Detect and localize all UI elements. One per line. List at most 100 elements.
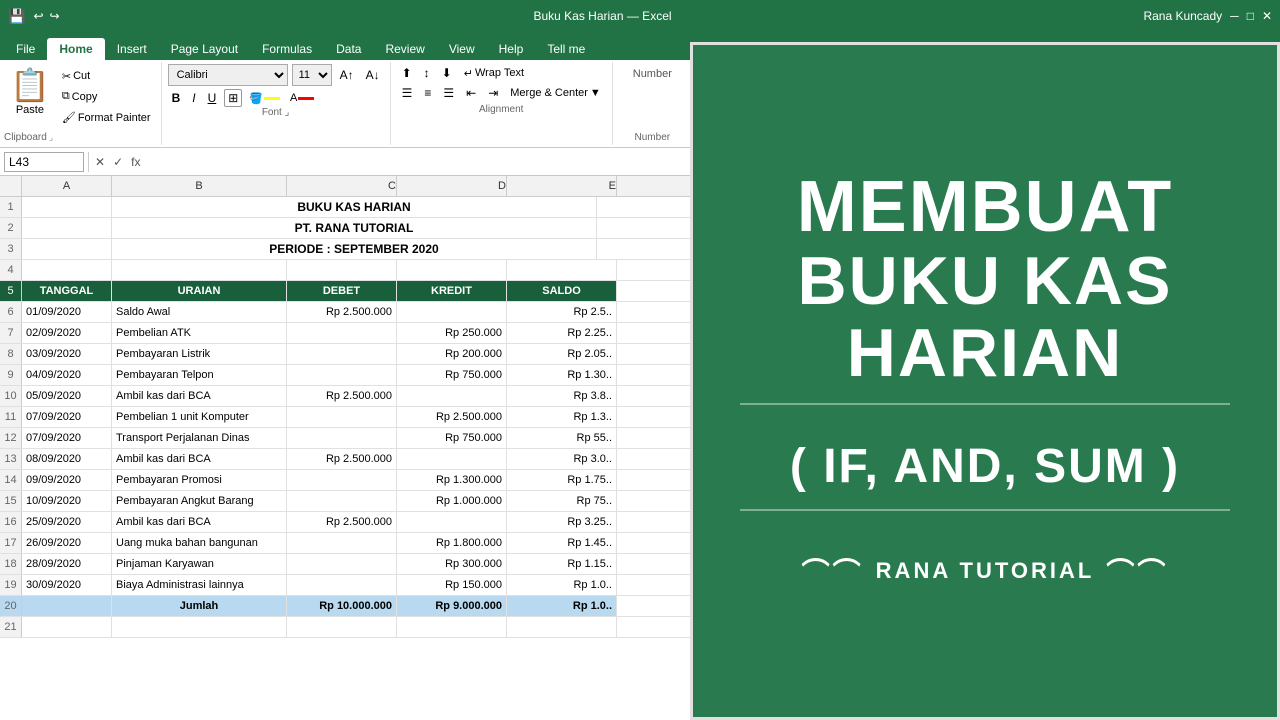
decrease-indent-button[interactable]: ⇤	[461, 84, 481, 102]
tab-file[interactable]: File	[4, 38, 47, 60]
cell[interactable]: Rp 250.000	[397, 323, 507, 343]
cell[interactable]: 03/09/2020	[22, 344, 112, 364]
bold-button[interactable]: B	[168, 89, 185, 107]
cell[interactable]: 05/09/2020	[22, 386, 112, 406]
minimize-btn[interactable]: ─	[1230, 9, 1239, 23]
insert-function-icon[interactable]: fx	[129, 155, 142, 169]
cell-header-saldo[interactable]: SALDO	[507, 281, 617, 301]
cell[interactable]: Rp 2.500.000	[397, 407, 507, 427]
cell-jumlah-d[interactable]: Rp 9.000.000	[397, 596, 507, 616]
cell-header-uraian[interactable]: URAIAN	[112, 281, 287, 301]
cell[interactable]: Uang muka bahan bangunan	[112, 533, 287, 553]
tab-view[interactable]: View	[437, 38, 487, 60]
cell[interactable]: Ambil kas dari BCA	[112, 449, 287, 469]
decrease-font-button[interactable]: A↓	[362, 66, 384, 84]
copy-button[interactable]: ⧉ Copy	[60, 89, 153, 104]
cell-jumlah-c[interactable]: Rp 10.000.000	[287, 596, 397, 616]
cell[interactable]	[287, 470, 397, 490]
merge-center-button[interactable]: Merge & Center ▼	[505, 85, 606, 101]
redo-icon[interactable]: ↪	[50, 9, 60, 23]
align-bottom-button[interactable]: ⬇	[437, 64, 457, 82]
tab-data[interactable]: Data	[324, 38, 373, 60]
cell[interactable]	[287, 617, 397, 637]
align-left-button[interactable]: ☰	[397, 84, 418, 102]
format-painter-button[interactable]: 🖌 Format Painter	[60, 110, 153, 125]
fill-color-button[interactable]: 🪣	[246, 90, 283, 107]
align-right-button[interactable]: ☰	[438, 84, 459, 102]
cell[interactable]: 01/09/2020	[22, 302, 112, 322]
tab-tell-me[interactable]: Tell me	[535, 38, 597, 60]
cell[interactable]: Pinjaman Karyawan	[112, 554, 287, 574]
cell[interactable]: 08/09/2020	[22, 449, 112, 469]
cell[interactable]	[112, 617, 287, 637]
cell[interactable]: Ambil kas dari BCA	[112, 512, 287, 532]
cell[interactable]: Rp 1.000.000	[397, 491, 507, 511]
cell[interactable]	[287, 323, 397, 343]
cell[interactable]	[507, 260, 617, 280]
cell[interactable]	[22, 617, 112, 637]
cell[interactable]	[507, 617, 617, 637]
cell[interactable]: 25/09/2020	[22, 512, 112, 532]
cell[interactable]: Rp 150.000	[397, 575, 507, 595]
tab-review[interactable]: Review	[373, 38, 436, 60]
cell[interactable]: Rp 1.800.000	[397, 533, 507, 553]
cell[interactable]: Rp 2.05..	[507, 344, 617, 364]
border-button[interactable]: ⊞	[224, 89, 242, 107]
cell[interactable]: Rp 2.5..	[507, 302, 617, 322]
cell[interactable]: Rp 750.000	[397, 428, 507, 448]
cell-reference-box[interactable]	[4, 152, 84, 172]
cell[interactable]: Rp 2.500.000	[287, 449, 397, 469]
cell[interactable]: Transport Perjalanan Dinas	[112, 428, 287, 448]
tab-formulas[interactable]: Formulas	[250, 38, 324, 60]
cell[interactable]: Rp 2.25..	[507, 323, 617, 343]
cell[interactable]	[287, 428, 397, 448]
cell-title[interactable]: BUKU KAS HARIAN	[112, 197, 597, 217]
cell[interactable]: Rp 1.45..	[507, 533, 617, 553]
cell[interactable]	[287, 575, 397, 595]
cell[interactable]	[397, 302, 507, 322]
col-header-a[interactable]: A	[22, 176, 112, 196]
cell[interactable]: Pembayaran Angkut Barang	[112, 491, 287, 511]
cell[interactable]: Rp 3.8..	[507, 386, 617, 406]
cell-jumlah-e[interactable]: Rp 1.0..	[507, 596, 617, 616]
cell[interactable]	[287, 407, 397, 427]
cell[interactable]: 07/09/2020	[22, 407, 112, 427]
save-icon[interactable]: 💾	[8, 8, 25, 25]
align-middle-button[interactable]: ↕	[419, 64, 435, 82]
cell[interactable]: Rp 300.000	[397, 554, 507, 574]
align-center-button[interactable]: ≡	[419, 84, 436, 102]
underline-button[interactable]: U	[204, 89, 221, 107]
col-header-e[interactable]: E	[507, 176, 617, 196]
cell[interactable]: Biaya Administrasi lainnya	[112, 575, 287, 595]
col-header-d[interactable]: D	[397, 176, 507, 196]
cell[interactable]	[397, 512, 507, 532]
cell[interactable]	[397, 449, 507, 469]
cell[interactable]: 09/09/2020	[22, 470, 112, 490]
increase-indent-button[interactable]: ⇥	[483, 84, 503, 102]
cell[interactable]: Pembelian ATK	[112, 323, 287, 343]
cell[interactable]: Rp 1.15..	[507, 554, 617, 574]
tab-help[interactable]: Help	[487, 38, 536, 60]
cell[interactable]	[112, 260, 287, 280]
cell[interactable]: Saldo Awal	[112, 302, 287, 322]
cell[interactable]: Rp 1.0..	[507, 575, 617, 595]
confirm-formula-icon[interactable]: ✓	[111, 155, 125, 169]
cell[interactable]	[397, 386, 507, 406]
col-header-b[interactable]: B	[112, 176, 287, 196]
paste-button[interactable]: 📋 Paste	[4, 64, 56, 130]
cell[interactable]: Rp 2.500.000	[287, 386, 397, 406]
cell[interactable]	[287, 491, 397, 511]
cell[interactable]	[397, 260, 507, 280]
cell[interactable]	[22, 218, 112, 238]
cell[interactable]	[287, 344, 397, 364]
cell[interactable]	[287, 260, 397, 280]
cell-subtitle[interactable]: PT. RANA TUTORIAL	[112, 218, 597, 238]
tab-insert[interactable]: Insert	[105, 38, 159, 60]
wrap-text-button[interactable]: ↵ Wrap Text	[459, 65, 529, 82]
close-btn[interactable]: ✕	[1262, 9, 1272, 23]
cell[interactable]	[397, 617, 507, 637]
cell[interactable]: Rp 2.500.000	[287, 302, 397, 322]
font-color-button[interactable]: A	[287, 90, 317, 106]
cell[interactable]: 04/09/2020	[22, 365, 112, 385]
font-expand-icon[interactable]: ⌟	[285, 107, 290, 118]
